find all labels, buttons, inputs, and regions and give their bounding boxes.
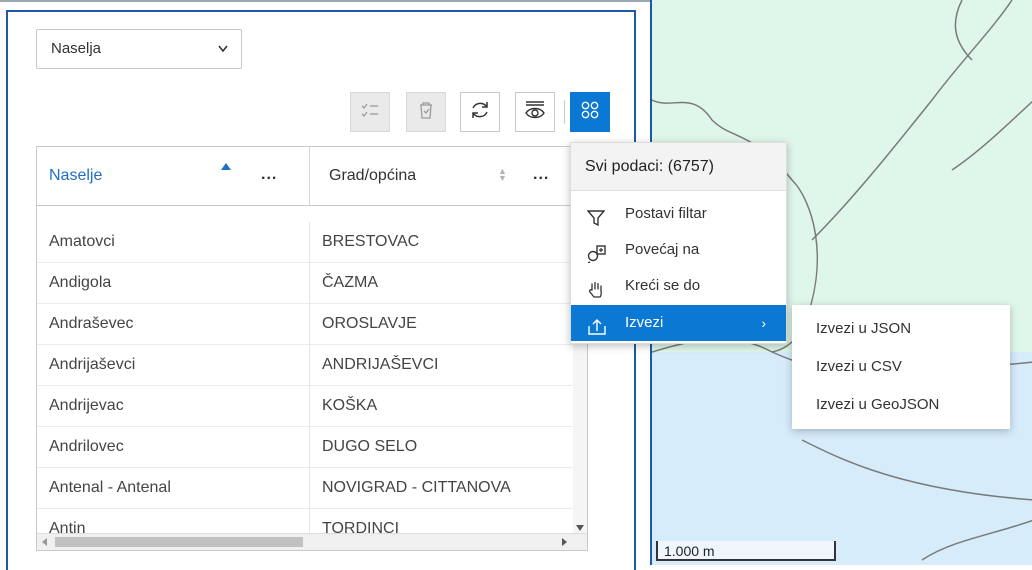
- attribute-table: Naselje ... Grad/općina ▲ ▼ ... Amatovci …: [36, 146, 588, 551]
- column-header-naselje[interactable]: Naselje: [49, 147, 102, 205]
- column-divider[interactable]: [309, 147, 310, 205]
- menu-item-set-filter[interactable]: Postavi filtar: [571, 196, 786, 232]
- cell-naselje: Andrilovec: [49, 438, 124, 455]
- horizontal-scroll-thumb[interactable]: [55, 537, 303, 547]
- cell-divider: [309, 468, 310, 508]
- cell-naselje: Andraševec: [49, 315, 134, 332]
- layer-select-value: Naselja: [51, 40, 102, 57]
- export-icon: [587, 314, 606, 335]
- delete-selection-button[interactable]: [406, 92, 446, 132]
- horizontal-scrollbar[interactable]: [37, 533, 587, 550]
- refresh-button[interactable]: [460, 92, 500, 132]
- layer-select[interactable]: Naselja: [36, 29, 242, 69]
- cell-naselje: Antenal - Antenal: [49, 479, 171, 496]
- menu-item-label: Izvezi: [625, 314, 664, 331]
- options-button[interactable]: [570, 92, 610, 132]
- column-header-grad-opcina[interactable]: Grad/općina: [329, 147, 416, 205]
- export-submenu: Izvezi u JSON Izvezi u CSV Izvezi u GeoJ…: [792, 305, 1010, 429]
- menu-item-label: Kreći se do: [625, 277, 701, 294]
- scroll-left-arrow-icon[interactable]: [42, 538, 47, 546]
- table-row[interactable]: Antenal - Antenal NOVIGRAD - CITTANOVA: [37, 468, 573, 509]
- show-selection-button[interactable]: [350, 92, 390, 132]
- cell-divider: [309, 427, 310, 467]
- cell-grad: KOŠKA: [322, 397, 378, 414]
- table-row[interactable]: Andrilovec DUGO SELO: [37, 427, 573, 468]
- options-grid-icon: [580, 100, 600, 125]
- cell-naselje: Andigola: [49, 274, 112, 291]
- sort-ascending-icon[interactable]: [221, 163, 231, 170]
- cell-divider: [309, 222, 310, 262]
- table-row[interactable]: Andigola ČAZMA: [37, 263, 573, 304]
- table-row[interactable]: Andrijaševci ANDRIJAŠEVCI: [37, 345, 573, 386]
- cell-grad: ANDRIJAŠEVCI: [322, 356, 439, 373]
- export-json-item[interactable]: Izvezi u JSON: [792, 311, 1010, 347]
- cell-grad: NOVIGRAD - CITTANOVA: [322, 479, 511, 496]
- cell-divider: [309, 263, 310, 303]
- sort-unsorted-icon[interactable]: ▲ ▼: [498, 167, 507, 183]
- zoom-to-icon: [587, 241, 606, 264]
- chevron-down-icon: [217, 30, 229, 84]
- scroll-right-arrow-icon[interactable]: [562, 538, 567, 546]
- toolbar-separator: [564, 100, 565, 124]
- cell-divider: [309, 304, 310, 344]
- table-row[interactable]: Andrijevac KOŠKA: [37, 386, 573, 427]
- cell-grad: DUGO SELO: [322, 438, 418, 455]
- menu-item-label: Povećaj na: [625, 241, 700, 258]
- menu-item-export[interactable]: Izvezi ›: [571, 305, 786, 341]
- refresh-icon: [469, 99, 491, 126]
- menu-item-zoom-to[interactable]: Povećaj na: [571, 232, 786, 268]
- delete-selection-icon: [416, 100, 436, 125]
- scroll-down-arrow-icon[interactable]: [576, 525, 584, 531]
- cell-grad: ČAZMA: [322, 274, 378, 291]
- pan-hand-icon: [587, 277, 605, 298]
- visibility-filter-icon: [523, 99, 547, 126]
- table-header: Naselje ... Grad/općina ▲ ▼ ...: [37, 147, 587, 206]
- menu-item-pan-to[interactable]: Kreći se do: [571, 268, 786, 304]
- column-menu-button[interactable]: ...: [261, 147, 277, 203]
- export-csv-item[interactable]: Izvezi u CSV: [792, 349, 1010, 385]
- export-geojson-item[interactable]: Izvezi u GeoJSON: [792, 387, 1010, 423]
- menu-item-label: Postavi filtar: [625, 205, 707, 222]
- cell-naselje: Andrijevac: [49, 397, 124, 414]
- column-menu-button[interactable]: ...: [533, 147, 549, 203]
- filter-icon: [586, 205, 606, 227]
- table-row[interactable]: Amatovci BRESTOVAC: [37, 222, 573, 263]
- show-selection-icon: [360, 100, 380, 125]
- cell-divider: [309, 345, 310, 385]
- menu-title: Svi podaci: (6757): [571, 143, 786, 191]
- attribute-table-panel: Naselja Naselje ... Grad/općina ▲ ▼ ... …: [6, 10, 636, 570]
- options-menu: Svi podaci: (6757) Postavi filtar Poveća…: [570, 142, 787, 344]
- table-row[interactable]: Andraševec OROSLAVJE: [37, 304, 573, 345]
- cell-grad: OROSLAVJE: [322, 315, 417, 332]
- cell-grad: BRESTOVAC: [322, 233, 420, 250]
- cell-divider: [309, 386, 310, 426]
- cell-naselje: Andrijaševci: [49, 356, 136, 373]
- visibility-filter-button[interactable]: [515, 92, 555, 132]
- map-scale-bar: 1.000 m: [656, 541, 836, 561]
- cell-naselje: Amatovci: [49, 233, 115, 250]
- chevron-right-icon: ›: [761, 315, 766, 331]
